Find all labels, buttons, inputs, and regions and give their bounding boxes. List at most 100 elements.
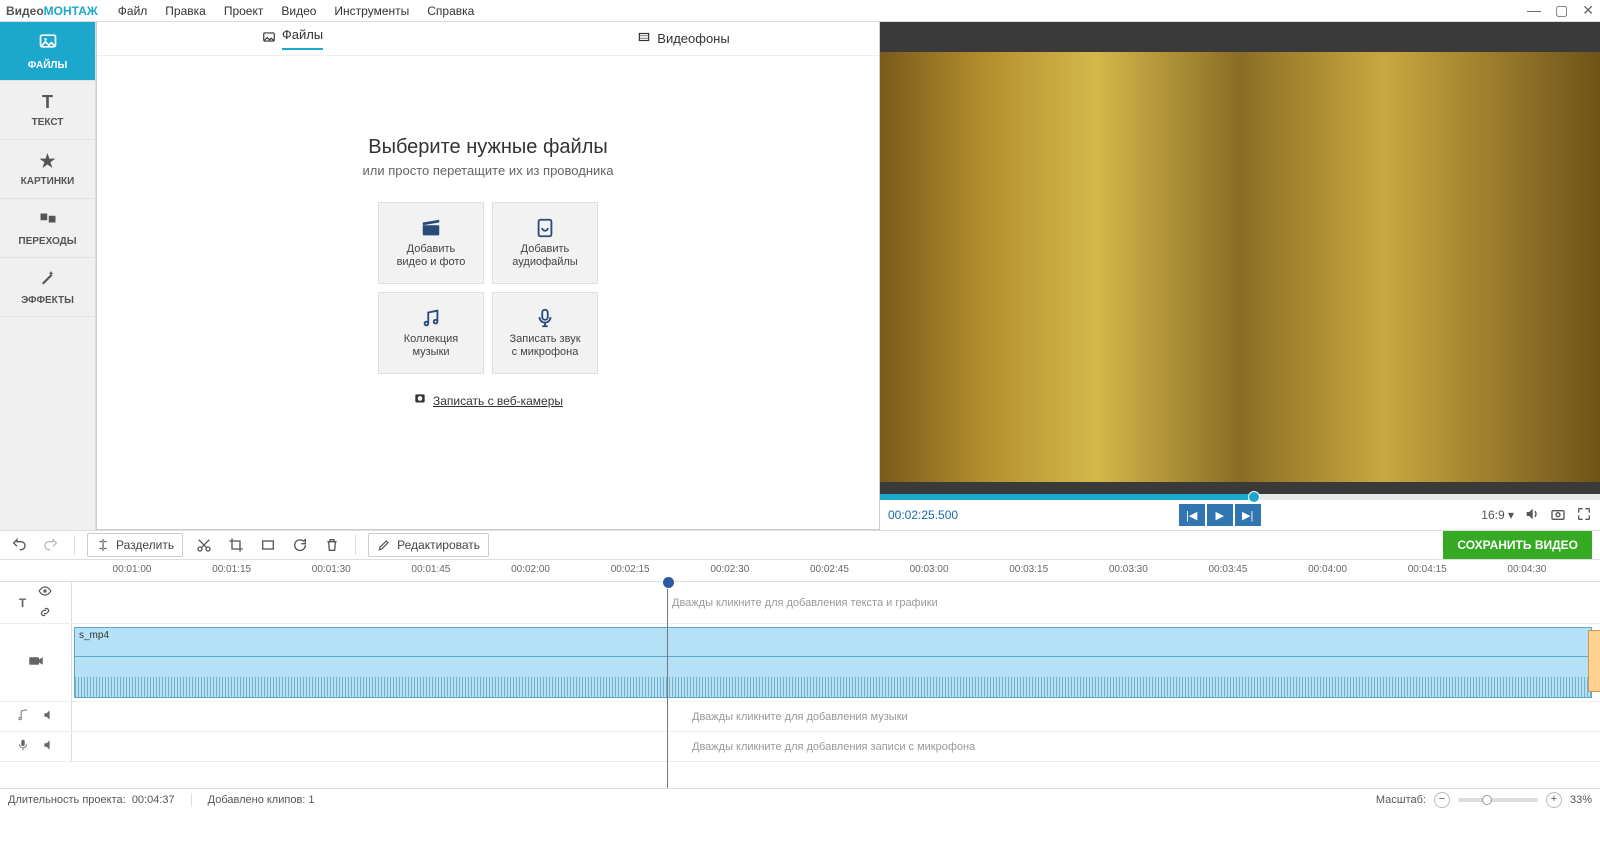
sidebar-item-transitions[interactable]: ПЕРЕХОДЫ: [0, 199, 95, 258]
center-panel: Файлы Видеофоны Выберите нужные файлы ил…: [96, 22, 880, 530]
film-icon: [637, 30, 651, 47]
video-track-body[interactable]: s_mp4: [72, 624, 1600, 701]
text-track-icon: T: [19, 596, 26, 610]
image-icon: [262, 30, 276, 47]
sidebar-item-label: ПЕРЕХОДЫ: [18, 236, 76, 247]
link-icon[interactable]: [38, 605, 52, 622]
sidebar-item-effects[interactable]: ЭФФЕКТЫ: [0, 258, 95, 317]
close-button[interactable]: ✕: [1582, 2, 1594, 19]
ruler-tick: 00:01:15: [212, 564, 251, 575]
eye-icon[interactable]: [38, 584, 52, 601]
record-mic-button[interactable]: Записать звукс микрофона: [492, 292, 598, 374]
next-frame-button[interactable]: ▶|: [1235, 504, 1261, 526]
status-clips: Добавлено клипов: 1: [208, 794, 315, 806]
audio-track-body[interactable]: Дважды кликните для добавления музыки: [72, 702, 1600, 731]
menu-tools[interactable]: Инструменты: [334, 4, 409, 18]
transitions-icon: [39, 209, 57, 232]
timeline-ruler[interactable]: 00:01:0000:01:1500:01:3000:01:4500:02:00…: [0, 560, 1600, 582]
maximize-button[interactable]: ▢: [1555, 2, 1568, 19]
status-bar: Длительность проекта: 00:04:37 Добавлено…: [0, 788, 1600, 810]
play-button[interactable]: ▶: [1207, 504, 1233, 526]
tab-backgrounds[interactable]: Видеофоны: [488, 22, 879, 55]
video-clip-small[interactable]: [1588, 630, 1600, 692]
zoom-in-button[interactable]: +: [1546, 792, 1562, 808]
video-track: s_mp4: [0, 624, 1600, 702]
timeline-toolbar: Разделить Редактировать СОХРАНИТЬ ВИДЕО: [0, 530, 1600, 560]
prev-frame-button[interactable]: |◀: [1179, 504, 1205, 526]
left-sidebar: ФАЙЛЫ T ТЕКСТ ★ КАРТИНКИ ПЕРЕХОДЫ ЭФФЕКТ…: [0, 22, 96, 530]
save-video-button[interactable]: СОХРАНИТЬ ВИДЕО: [1443, 531, 1592, 559]
preview-panel: 00:02:25.500 |◀ ▶ ▶| 16:9 ▾: [880, 22, 1600, 530]
zoom-out-button[interactable]: −: [1434, 792, 1450, 808]
sidebar-item-files[interactable]: ФАЙЛЫ: [0, 22, 95, 81]
rotate-button[interactable]: [289, 534, 311, 556]
fullscreen-icon[interactable]: [1576, 506, 1592, 525]
sidebar-item-pictures[interactable]: ★ КАРТИНКИ: [0, 140, 95, 199]
volume-icon[interactable]: [1524, 506, 1540, 525]
text-icon: T: [42, 92, 53, 113]
status-duration: Длительность проекта: 00:04:37: [8, 794, 175, 806]
sidebar-item-label: ФАЙЛЫ: [28, 60, 68, 71]
center-body: Выберите нужные файлы или просто перетащ…: [97, 56, 879, 529]
center-tabs: Файлы Видеофоны: [97, 22, 879, 56]
star-icon: ★: [39, 151, 55, 172]
center-headline: Выберите нужные файлы: [368, 136, 608, 159]
menu-file[interactable]: Файл: [118, 4, 148, 18]
ruler-tick: 00:01:45: [411, 564, 450, 575]
ruler-tick: 00:04:15: [1408, 564, 1447, 575]
add-video-button[interactable]: Добавитьвидео и фото: [378, 202, 484, 284]
audio-track: Дважды кликните для добавления музыки: [0, 702, 1600, 732]
ruler-tick: 00:03:45: [1208, 564, 1247, 575]
webcam-icon: [413, 392, 427, 409]
speaker-icon[interactable]: [42, 738, 56, 755]
redo-button[interactable]: [40, 534, 62, 556]
split-button[interactable]: Разделить: [87, 533, 183, 557]
ruler-tick: 00:02:15: [611, 564, 650, 575]
video-clip[interactable]: s_mp4: [74, 627, 1592, 698]
wand-icon: [39, 268, 57, 291]
sidebar-item-label: ЭФФЕКТЫ: [21, 295, 74, 306]
ruler-tick: 00:03:15: [1009, 564, 1048, 575]
menu-video[interactable]: Видео: [281, 4, 316, 18]
menu-project[interactable]: Проект: [224, 4, 264, 18]
menu-edit[interactable]: Правка: [165, 4, 206, 18]
cut-button[interactable]: [193, 534, 215, 556]
sidebar-item-text[interactable]: T ТЕКСТ: [0, 81, 95, 140]
music-collection-button[interactable]: Коллекциямузыки: [378, 292, 484, 374]
menu-help[interactable]: Справка: [427, 4, 474, 18]
snapshot-icon[interactable]: [1550, 506, 1566, 525]
timeline: 00:01:0000:01:1500:01:3000:01:4500:02:00…: [0, 560, 1600, 788]
speaker-icon[interactable]: [42, 708, 56, 725]
ruler-tick: 00:01:30: [312, 564, 351, 575]
aspect-ratio-dropdown[interactable]: 16:9 ▾: [1481, 508, 1514, 522]
crop-button[interactable]: [225, 534, 247, 556]
sidebar-item-label: ТЕКСТ: [32, 117, 64, 128]
window-controls: — ▢ ✕: [1527, 2, 1594, 19]
sidebar-item-label: КАРТИНКИ: [21, 176, 75, 187]
ruler-tick: 00:03:00: [910, 564, 949, 575]
playhead[interactable]: [667, 582, 668, 788]
menubar: Файл Правка Проект Видео Инструменты Спр…: [118, 4, 475, 18]
mic-track-icon: [16, 738, 30, 755]
frame-button[interactable]: [257, 534, 279, 556]
add-audio-button[interactable]: Добавитьаудиофайлы: [492, 202, 598, 284]
preview-controls: 00:02:25.500 |◀ ▶ ▶| 16:9 ▾: [880, 500, 1600, 530]
edit-button[interactable]: Редактировать: [368, 533, 489, 557]
music-track-icon: [16, 708, 30, 725]
zoom-slider[interactable]: [1458, 798, 1538, 802]
undo-button[interactable]: [8, 534, 30, 556]
seek-bar[interactable]: [880, 494, 1600, 500]
record-webcam-link[interactable]: Записать с веб-камеры: [413, 392, 563, 409]
minimize-button[interactable]: —: [1527, 2, 1541, 19]
main-area: ФАЙЛЫ T ТЕКСТ ★ КАРТИНКИ ПЕРЕХОДЫ ЭФФЕКТ…: [0, 22, 1600, 530]
ruler-tick: 00:03:30: [1109, 564, 1148, 575]
app-logo: ВидеоМОНТАЖ: [6, 4, 98, 18]
preview-frame: [880, 52, 1600, 482]
zoom-value: 33%: [1570, 794, 1592, 806]
text-track-body[interactable]: Дважды кликните для добавления текста и …: [72, 582, 1600, 623]
mic-track-body[interactable]: Дважды кликните для добавления записи с …: [72, 732, 1600, 761]
delete-button[interactable]: [321, 534, 343, 556]
zoom-label: Масштаб:: [1376, 794, 1426, 806]
tab-files[interactable]: Файлы: [97, 19, 488, 58]
preview-canvas[interactable]: [880, 22, 1600, 494]
